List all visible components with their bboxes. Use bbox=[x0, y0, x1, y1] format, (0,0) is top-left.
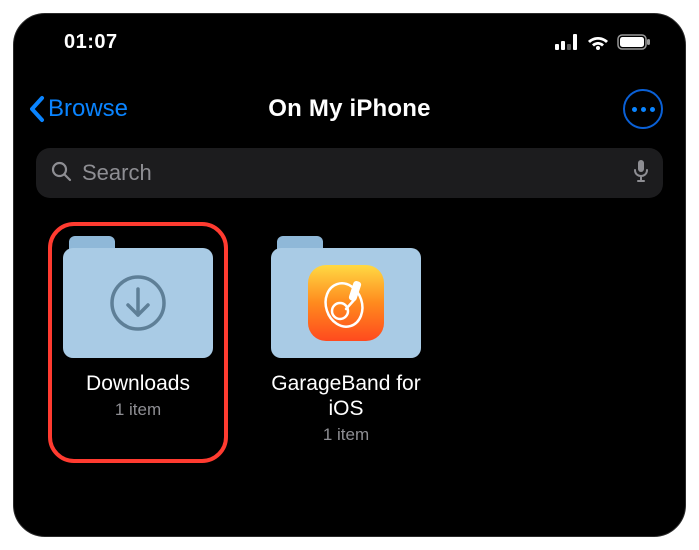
folder-label: Downloads bbox=[86, 372, 190, 397]
device-screen: 01:07 bbox=[13, 13, 686, 537]
status-icons bbox=[555, 34, 651, 50]
mic-icon[interactable] bbox=[633, 159, 649, 188]
folder-sublabel: 1 item bbox=[323, 425, 369, 445]
nav-header: Browse On My iPhone bbox=[14, 80, 685, 138]
more-button[interactable] bbox=[623, 89, 663, 129]
status-bar: 01:07 bbox=[14, 14, 685, 60]
page-title: On My iPhone bbox=[268, 95, 430, 123]
folder-label: GarageBand for iOS bbox=[260, 372, 432, 422]
folder-grid: Downloads 1 item bbox=[14, 198, 685, 445]
battery-icon bbox=[617, 34, 651, 50]
search-icon bbox=[50, 160, 72, 187]
folder-icon bbox=[271, 236, 421, 358]
folder-icon bbox=[63, 236, 213, 358]
back-label: Browse bbox=[48, 95, 128, 123]
garageband-icon bbox=[308, 265, 384, 341]
status-time: 01:07 bbox=[64, 31, 118, 54]
folder-downloads[interactable]: Downloads 1 item bbox=[52, 226, 224, 459]
cellular-icon bbox=[555, 34, 579, 50]
search-input[interactable] bbox=[82, 160, 623, 186]
back-button[interactable]: Browse bbox=[28, 95, 128, 123]
folder-sublabel: 1 item bbox=[115, 400, 161, 420]
wifi-icon bbox=[587, 34, 609, 50]
search-bar[interactable] bbox=[36, 148, 663, 198]
chevron-left-icon bbox=[28, 95, 46, 123]
ellipsis-icon bbox=[632, 107, 637, 112]
folder-garageband[interactable]: GarageBand for iOS 1 item bbox=[260, 236, 432, 445]
